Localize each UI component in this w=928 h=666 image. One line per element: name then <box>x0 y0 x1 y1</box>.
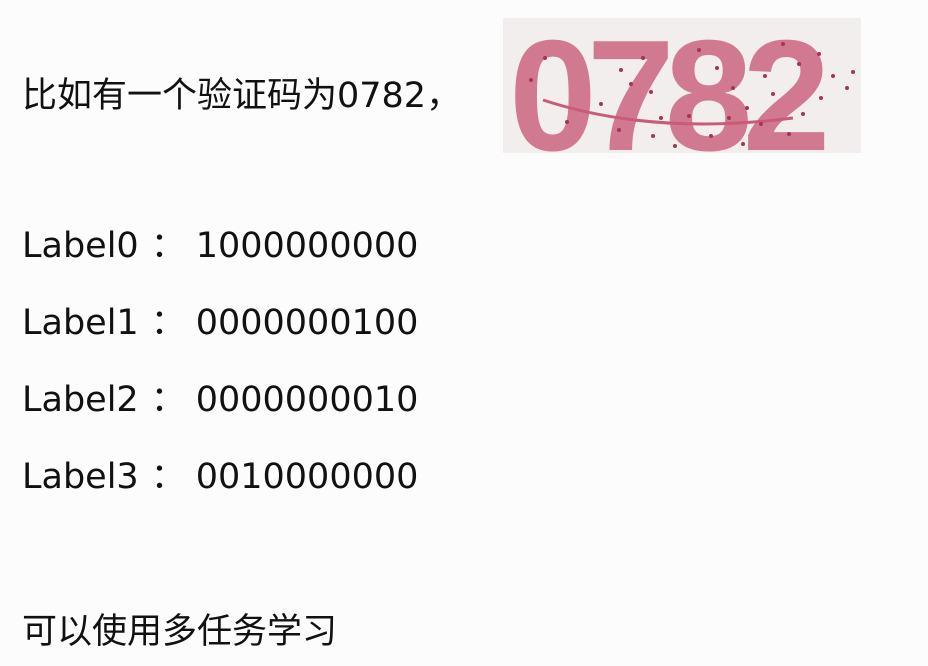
label-name: Label1 <box>22 303 139 343</box>
intro-text: 比如有一个验证码为0782， <box>22 76 462 116</box>
captcha-noise-dot <box>745 106 749 110</box>
label-separator: ： <box>150 226 186 266</box>
captcha-noise-dot <box>771 92 775 96</box>
label-row-3: Label3 ： 0010000000 <box>22 455 418 532</box>
captcha-noise-dot <box>649 90 653 94</box>
captcha-noise-dot <box>543 56 547 60</box>
label-value: 0000000010 <box>195 380 419 420</box>
captcha-noise-dot <box>845 86 849 90</box>
captcha-noise-dot <box>697 48 701 52</box>
captcha-noise-dot <box>659 116 663 120</box>
captcha-noise-dot <box>709 134 713 138</box>
label-value: 0000000100 <box>195 303 419 343</box>
captcha-noise-dot <box>673 144 677 148</box>
label-name: Label3 <box>22 457 139 497</box>
captcha-noise-dot <box>787 132 791 136</box>
captcha-noise-dot <box>731 86 735 90</box>
label-name: Label2 <box>22 380 139 420</box>
captcha-noise-dot <box>817 52 821 56</box>
captcha-digits: 0782 <box>509 18 825 153</box>
captcha-noise-dot <box>831 74 835 78</box>
captcha-noise-dot <box>629 82 633 86</box>
label-row-1: Label1 ： 0000000100 <box>22 301 418 378</box>
label-separator: ： <box>150 457 186 497</box>
label-separator: ： <box>150 380 186 420</box>
captcha-noise-dot <box>687 114 691 118</box>
captcha-noise-dot <box>529 78 533 82</box>
label-row-2: Label2 ： 0000000010 <box>22 378 418 455</box>
label-list: Label0： 1000000000 Label1： 0000000100 Labe… <box>22 224 418 532</box>
captcha-noise-dot <box>599 102 603 106</box>
captcha-noise-dot <box>741 142 745 146</box>
captcha-noise-dot <box>715 66 719 70</box>
captcha-noise-dot <box>651 134 655 138</box>
footer-text: 可以使用多任务学习 <box>22 612 338 652</box>
captcha-noise-dot <box>763 74 767 78</box>
captcha-noise-dot <box>819 96 823 100</box>
label-separator: ： <box>150 303 186 343</box>
captcha-noise-dot <box>797 62 801 66</box>
captcha-noise-dot <box>619 68 623 72</box>
captcha-noise-dot <box>781 42 785 46</box>
captcha-noise-dot <box>641 56 645 60</box>
captcha-noise-dot <box>727 116 731 120</box>
captcha-noise-dot <box>851 70 855 74</box>
captcha-noise-dot <box>565 120 569 124</box>
label-row-0: Label0 ： 1000000000 <box>22 224 418 301</box>
captcha-noise-dot <box>617 128 621 132</box>
label-value: 1000000000 <box>195 226 419 266</box>
label-name: Label0 <box>22 226 139 266</box>
captcha-image: 0782 <box>503 18 861 153</box>
label-value: 0010000000 <box>195 457 419 497</box>
captcha-noise-dot <box>759 122 763 126</box>
captcha-noise-dot <box>801 112 805 116</box>
